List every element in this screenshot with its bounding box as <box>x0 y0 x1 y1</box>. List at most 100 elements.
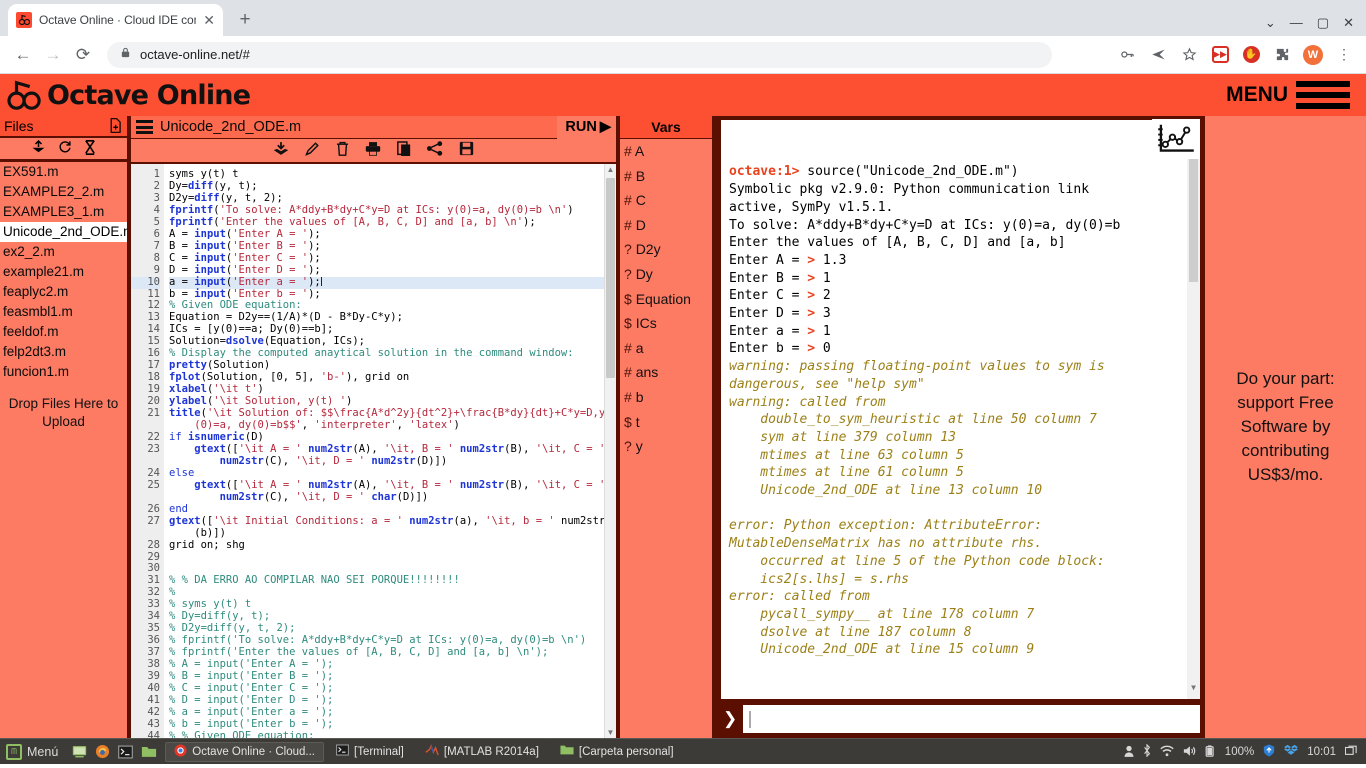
extension-ff-icon[interactable]: ▶▶ <box>1208 43 1232 67</box>
file-list-item[interactable]: Unicode_2nd_ODE.m <box>0 222 127 242</box>
files-panel-header: Files <box>0 116 127 138</box>
battery-icon[interactable] <box>1205 744 1216 759</box>
mint-logo-icon: ᗰ <box>6 743 22 760</box>
copy-icon[interactable] <box>397 140 411 161</box>
chevron-down-icon[interactable]: ⌄ <box>1265 16 1276 29</box>
vars-list-item[interactable]: # ans <box>620 360 712 385</box>
print-icon[interactable] <box>365 141 381 160</box>
vars-list-item[interactable]: # a <box>620 336 712 361</box>
vars-panel: Vars # A # B # C # D? D2y? Dy $ Equation $ IC… <box>620 116 716 738</box>
vars-list-item[interactable]: # C <box>620 188 712 213</box>
vars-list-item[interactable]: ? y <box>620 434 712 459</box>
console-scroll-down-icon[interactable]: ▼ <box>1187 679 1200 697</box>
vars-list-item[interactable]: $ t <box>620 410 712 435</box>
forward-icon[interactable]: → <box>40 42 66 68</box>
taskbar-window-button[interactable]: [MATLAB R2014a] <box>415 741 548 762</box>
taskbar-window-button[interactable]: Octave Online · Cloud... <box>165 741 325 762</box>
console-input-arrow: > <box>807 270 816 286</box>
console-input[interactable] <box>743 705 1200 733</box>
file-list-item[interactable]: EXAMPLE2_2.m <box>0 182 127 202</box>
volume-icon[interactable] <box>1183 745 1196 759</box>
workspace-switcher-icon[interactable] <box>1344 745 1357 758</box>
address-bar[interactable]: octave-online.net/# <box>107 41 1052 68</box>
vars-list-item[interactable]: ? D2y <box>620 237 712 262</box>
wifi-icon[interactable] <box>1160 745 1174 759</box>
share-icon[interactable] <box>427 141 443 160</box>
file-list-item[interactable]: example21.m <box>0 262 127 282</box>
window-close-button[interactable]: ✕ <box>1343 16 1354 29</box>
bluetooth-icon[interactable] <box>1143 743 1151 759</box>
download-icon[interactable] <box>273 141 289 160</box>
code-editor[interactable]: 1 2 3 4 5 6 7 8 9 10 11 12 13 14 15 16 17 18 19 20 21 22 23 2… <box>131 164 616 738</box>
var-name: D2y <box>635 241 661 258</box>
vars-list-item[interactable]: # b <box>620 385 712 410</box>
editor-code[interactable]: syms y(t) t Dy=diff(y, t); D2y=diff(y, t… <box>164 164 604 738</box>
dropbox-icon[interactable] <box>1284 744 1299 759</box>
taskbar-window-button[interactable]: [Carpeta personal] <box>550 741 683 762</box>
rename-pencil-icon[interactable] <box>305 141 320 160</box>
firefox-icon[interactable] <box>94 744 111 759</box>
taskbar-window-button[interactable]: [Terminal] <box>327 741 413 762</box>
vars-list-item[interactable]: $ Equation <box>620 287 712 312</box>
browser-toolbar: ← → ⟳ octave-online.net/# ▶▶ ✋ W ⋮ <box>0 36 1366 74</box>
console-output[interactable]: octave:1> source("Unicode_2nd_ODE.m") Sym… <box>721 120 1200 699</box>
back-icon[interactable]: ← <box>10 42 36 68</box>
line-number-continuation <box>131 528 160 540</box>
refresh-icon[interactable] <box>58 140 72 157</box>
start-menu-button[interactable]: ᗰ Menú <box>4 743 63 760</box>
file-list-item[interactable]: EXAMPLE3_1.m <box>0 202 127 222</box>
puzzle-extensions-icon[interactable] <box>1270 43 1294 67</box>
vars-list-item[interactable]: # A <box>620 139 712 164</box>
minimize-button[interactable]: — <box>1290 16 1303 29</box>
send-icon[interactable] <box>1146 43 1170 67</box>
chrome-menu-icon[interactable]: ⋮ <box>1332 43 1356 67</box>
upload-icon[interactable] <box>31 139 46 157</box>
var-name: b <box>635 388 644 405</box>
save-icon[interactable] <box>459 141 474 160</box>
browser-tab[interactable]: Octave Online · Cloud IDE comp ✕ <box>8 4 223 36</box>
editor-menu-icon[interactable] <box>136 120 153 134</box>
new-tab-button[interactable]: + <box>231 6 259 34</box>
file-list-item[interactable]: felp2dt3.m <box>0 342 127 362</box>
run-button[interactable]: RUN ▶ <box>557 115 616 139</box>
clock[interactable]: 10:01 <box>1307 746 1336 758</box>
user-icon[interactable] <box>1124 745 1134 759</box>
vars-list-item[interactable]: # B <box>620 164 712 189</box>
vars-list-item[interactable]: # D <box>620 213 712 238</box>
file-list-item[interactable]: feasmbl1.m <box>0 302 127 322</box>
update-shield-icon[interactable] <box>1263 744 1275 759</box>
file-list-item[interactable]: funcion1.m <box>0 362 127 382</box>
var-name: C <box>635 192 646 209</box>
file-list-item[interactable]: feeldof.m <box>0 322 127 342</box>
console-scrollbar[interactable]: ▲ ▼ <box>1187 120 1200 699</box>
trash-icon[interactable] <box>336 141 349 160</box>
plot-chart-icon[interactable] <box>1152 119 1200 159</box>
close-icon[interactable]: ✕ <box>203 13 215 27</box>
profile-avatar[interactable]: W <box>1301 43 1325 67</box>
scroll-down-icon[interactable]: ▼ <box>607 728 615 737</box>
new-file-icon[interactable] <box>109 117 123 135</box>
adblock-icon[interactable]: ✋ <box>1239 43 1263 67</box>
files-folder-icon[interactable] <box>140 744 157 759</box>
window-controls: ⌄ — ▢ ✕ <box>1265 16 1366 36</box>
reload-icon[interactable]: ⟳ <box>70 42 96 68</box>
maximize-button[interactable]: ▢ <box>1317 16 1329 29</box>
code-line: gtext(['\it A = ' num2str(A), '\it, B = … <box>194 478 604 503</box>
hourglass-icon[interactable] <box>84 139 96 158</box>
line-number: 44 <box>147 729 160 738</box>
file-list-item[interactable]: ex2_2.m <box>0 242 127 262</box>
app-menu-button[interactable]: MENU <box>1226 74 1350 116</box>
show-desktop-icon[interactable] <box>71 744 88 759</box>
console-line: dsolve at line 187 column 8 <box>729 624 972 640</box>
terminal-icon[interactable] <box>117 744 134 759</box>
vars-list-item[interactable]: ? Dy <box>620 262 712 287</box>
editor-line-numbers: 1 2 3 4 5 6 7 8 9 10 11 12 13 14 15 16 17 18 19 20 21 22 23 2… <box>131 164 164 738</box>
editor-scrollbar-thumb[interactable] <box>606 178 615 378</box>
scroll-up-icon[interactable]: ▲ <box>607 165 615 174</box>
file-list-item[interactable]: feaplyc2.m <box>0 282 127 302</box>
key-icon[interactable] <box>1115 43 1139 67</box>
vars-list-item[interactable]: $ ICs <box>620 311 712 336</box>
hamburger-icon <box>1296 81 1350 109</box>
bookmark-star-icon[interactable] <box>1177 43 1201 67</box>
file-list-item[interactable]: EX591.m <box>0 162 127 182</box>
